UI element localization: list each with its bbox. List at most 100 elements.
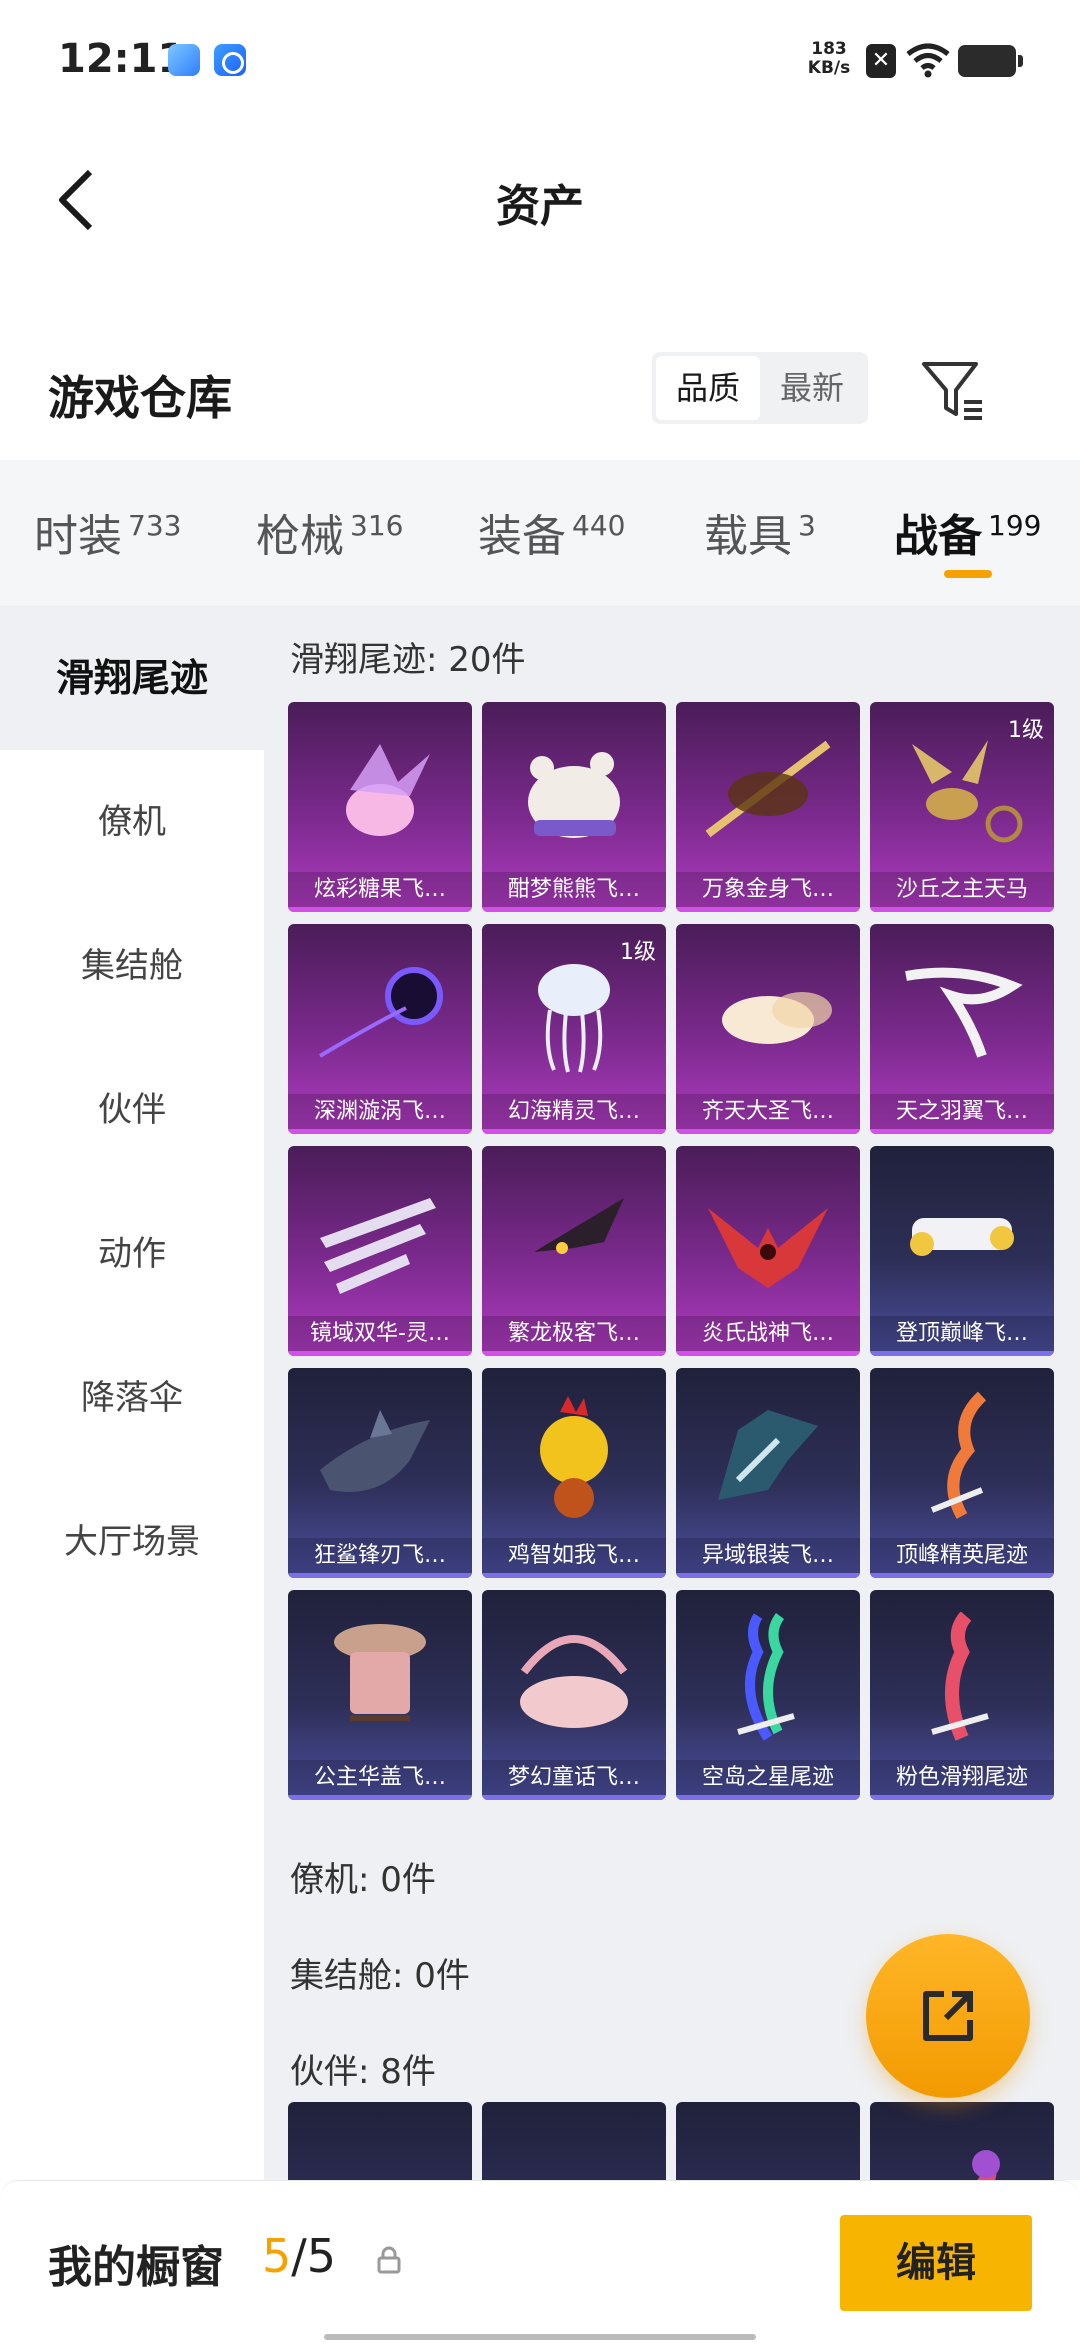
subcategory-sidebar: 滑翔尾迹 僚机 集结舱 伙伴 动作 降落伞 大厅场景 — [0, 606, 264, 2180]
trail-fire-icon — [930, 1391, 987, 1519]
warehouse-title: 游戏仓库 — [48, 371, 232, 425]
item-card[interactable]: 顶峰精英尾迹 — [870, 1368, 1054, 1578]
item-name: 万象金身飞… — [676, 872, 860, 912]
item-name: 登顶巅峰飞… — [870, 1316, 1054, 1356]
item-level-badge: 1级 — [1008, 718, 1044, 743]
item-name: 酣梦熊熊飞… — [482, 872, 666, 912]
sidebar-item-glide-trail[interactable]: 滑翔尾迹 — [0, 606, 264, 750]
section-label-wingman: 僚机: 0件 — [290, 1860, 436, 1900]
item-card[interactable]: 粉色滑翔尾迹 — [870, 1590, 1054, 1800]
item-level-badge: 1级 — [620, 940, 656, 965]
item-card[interactable] — [676, 2102, 860, 2180]
item-card[interactable]: 鸡智如我飞… — [482, 1368, 666, 1578]
item-card[interactable]: 炎氏战神飞… — [676, 1146, 860, 1356]
item-card[interactable]: 万象金身飞… — [676, 702, 860, 912]
section-label-partner: 伙伴: 8件 — [290, 2052, 436, 2092]
tab-equipment[interactable]: 装备 440 — [478, 500, 625, 564]
sort-option-quality[interactable]: 品质 — [656, 356, 760, 420]
tab-label: 载具 — [704, 511, 792, 562]
item-name: 狂鲨锋刃飞… — [288, 1538, 472, 1578]
tab-count: 3 — [798, 509, 816, 542]
trail-rainbow-icon — [737, 1613, 795, 1741]
showcase-total: /5 — [291, 2229, 337, 2283]
tab-combat-gear[interactable]: 战备 199 — [894, 500, 1041, 564]
item-name: 沙丘之主天马 — [870, 872, 1054, 912]
item-name: 梦幻童话飞… — [482, 1760, 666, 1800]
tab-fashion[interactable]: 时装 733 — [34, 500, 181, 564]
item-card[interactable]: 酣梦熊熊飞… — [482, 702, 666, 912]
item-name: 异域银装飞… — [676, 1538, 860, 1578]
showcase-bar: 我的橱窗 5/5 编辑 — [0, 2180, 1080, 2344]
section-label-pod: 集结舱: 0件 — [290, 1956, 470, 1996]
sidebar-item-parachute[interactable]: 降落伞 — [0, 1326, 264, 1470]
lock-icon — [377, 2246, 401, 2274]
section-label-glide: 滑翔尾迹: 20件 — [290, 640, 526, 680]
item-card[interactable]: 登顶巅峰飞… — [870, 1146, 1054, 1356]
tab-firearms[interactable]: 枪械 316 — [256, 500, 403, 564]
wifi-icon — [906, 43, 950, 78]
vortex-icon — [318, 967, 443, 1058]
item-name: 幻海精灵飞… — [482, 1094, 666, 1134]
tab-vehicles[interactable]: 载具 3 — [704, 500, 816, 564]
silver-wing-icon — [718, 1410, 818, 1500]
item-card[interactable]: 深渊漩涡飞… — [288, 924, 472, 1134]
share-button[interactable] — [866, 1934, 1030, 2098]
status-bar: 12:11 183 KB/s ✕ — [0, 0, 1080, 120]
canopy-icon — [334, 1624, 426, 1721]
item-card[interactable]: 炫彩糖果飞… — [288, 702, 472, 912]
item-name: 繁龙极客飞… — [482, 1316, 666, 1356]
tab-label: 枪械 — [256, 511, 344, 562]
tab-label: 时装 — [34, 511, 122, 562]
notification-browser-icon — [214, 44, 246, 76]
page-header: 资产 — [0, 140, 1080, 260]
network-speed: 183 KB/s — [804, 40, 854, 78]
item-name: 镜域双华-灵… — [288, 1316, 472, 1356]
tab-count: 199 — [988, 509, 1042, 542]
item-name: 齐天大圣飞… — [676, 1094, 860, 1134]
item-name: 炎氏战神飞… — [676, 1316, 860, 1356]
item-card[interactable] — [870, 2102, 1054, 2180]
item-card[interactable]: 镜域双华-灵… — [288, 1146, 472, 1356]
showcase-count: 5/5 — [262, 2229, 336, 2283]
sidebar-item-wingman[interactable]: 僚机 — [0, 750, 264, 894]
sort-option-newest[interactable]: 最新 — [760, 356, 864, 420]
item-card[interactable] — [482, 2102, 666, 2180]
item-card[interactable]: 1级沙丘之主天马 — [870, 702, 1054, 912]
crystal-icon — [320, 1198, 436, 1294]
showcase-label: 我的橱窗 — [48, 2242, 224, 2293]
feather-wing-icon — [905, 967, 1023, 1058]
tab-count: 316 — [350, 509, 404, 542]
pink-dragon-icon — [972, 2150, 1000, 2180]
sidebar-item-pod[interactable]: 集结舱 — [0, 894, 264, 1038]
item-name: 天之羽翼飞… — [870, 1094, 1054, 1134]
sidebar-item-partner[interactable]: 伙伴 — [0, 1038, 264, 1182]
item-card[interactable]: 1级幻海精灵飞… — [482, 924, 666, 1134]
item-name: 粉色滑翔尾迹 — [870, 1760, 1054, 1800]
network-speed-unit: KB/s — [807, 58, 851, 78]
sidebar-item-lobby-scene[interactable]: 大厅场景 — [0, 1470, 264, 1614]
item-card[interactable] — [288, 2102, 472, 2180]
item-card[interactable]: 齐天大圣飞… — [676, 924, 860, 1134]
edit-showcase-button[interactable]: 编辑 — [840, 2215, 1032, 2311]
item-card[interactable]: 繁龙极客飞… — [482, 1146, 666, 1356]
item-card[interactable]: 梦幻童话飞… — [482, 1590, 666, 1800]
item-card[interactable]: 空岛之星尾迹 — [676, 1590, 860, 1800]
category-tabs: 时装 733 枪械 316 装备 440 载具 3 战备 199 — [0, 460, 1080, 606]
sidebar-item-emote[interactable]: 动作 — [0, 1182, 264, 1326]
filter-icon[interactable] — [918, 354, 990, 426]
candy-icon — [346, 744, 430, 836]
status-time: 12:11 — [58, 36, 186, 82]
golden-staff-icon — [705, 740, 831, 838]
item-name: 鸡智如我飞… — [482, 1538, 666, 1578]
item-card[interactable]: 异域银装飞… — [676, 1368, 860, 1578]
item-card[interactable]: 公主华盖飞… — [288, 1590, 472, 1800]
flame-wing-icon — [708, 1208, 828, 1288]
item-card[interactable]: 狂鲨锋刃飞… — [288, 1368, 472, 1578]
doll-icon — [698, 2124, 838, 2180]
trail-pink-icon — [931, 1612, 989, 1741]
warehouse-header: 游戏仓库 品质 最新 — [0, 340, 1080, 460]
item-card[interactable]: 天之羽翼飞… — [870, 924, 1054, 1134]
active-tab-indicator — [944, 570, 992, 578]
bear-icon — [528, 752, 620, 838]
page-title: 资产 — [496, 181, 584, 232]
